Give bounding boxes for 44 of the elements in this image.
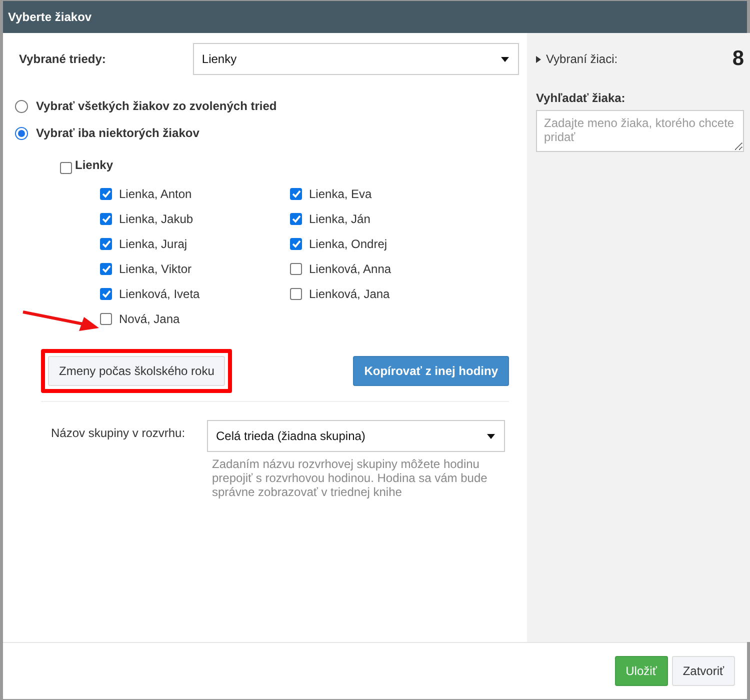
copy-button[interactable]: Kopírovať z inej hodiny (353, 356, 509, 386)
checkbox[interactable] (60, 162, 72, 174)
student-name: Lienka, Jakub (119, 212, 194, 226)
checkbox[interactable] (290, 213, 302, 225)
selected-count: 8 (732, 47, 744, 71)
schedule-group-select[interactable]: Celá trieda (žiadna skupina) (207, 420, 505, 452)
checkbox[interactable] (290, 263, 302, 275)
checkbox[interactable] (100, 213, 112, 225)
checkbox[interactable] (290, 188, 302, 200)
checkbox[interactable] (100, 238, 112, 250)
changes-button[interactable]: Zmeny počas školského roku (48, 356, 226, 386)
group-label: Lienky (75, 158, 114, 172)
student-name: Lienka, Anton (119, 187, 192, 201)
student-name: Lienka, Ján (309, 212, 370, 226)
student-name: Lienka, Viktor (119, 262, 192, 276)
checkbox[interactable] (290, 238, 302, 250)
radio-button[interactable] (15, 100, 28, 112)
caret-icon (501, 56, 509, 62)
student-name: Lienková, Anna (309, 262, 392, 276)
search-field[interactable]: Zadajte meno žiaka, ktorého chcete pridať (536, 110, 744, 152)
checkbox[interactable] (290, 288, 302, 300)
student-name: Lienka, Juraj (119, 237, 188, 251)
student-name: Lienková, Jana (309, 287, 390, 301)
close-button[interactable]: Zatvoriť (672, 656, 735, 686)
selected-label: Vybraní žiaci: (546, 52, 618, 66)
field-label: Vybrané triedy: (18, 52, 107, 66)
student-name: Nová, Jana (119, 312, 180, 326)
checkbox[interactable] (100, 313, 112, 325)
radio-button[interactable] (15, 126, 28, 140)
checkbox[interactable] (100, 263, 112, 275)
student-name: Lienková, Iveta (119, 287, 200, 301)
search-label: Vyhľadať žiaka: (536, 91, 626, 105)
student-name: Lienka, Ondrej (309, 237, 388, 251)
radio-label: Vybrať iba niektorých žiakov (36, 126, 200, 140)
help-text: Zadaním názvu rozvrhovej skupiny môžete hodinu prepojiť s rozvrhovou hodinou. Hodina sa vám bude správne zobrazovať v triednej knihe (212, 457, 488, 499)
field-label: Názov skupiny v rozvrhu: (51, 425, 186, 442)
radio-label: Vybrať všetkých žiakov zo zvolených tried (36, 99, 277, 113)
caret-icon (487, 434, 495, 438)
student-name: Lienka, Eva (309, 187, 372, 201)
class-select[interactable]: Lienky (192, 43, 519, 75)
checkbox[interactable] (100, 288, 112, 300)
checkbox[interactable] (100, 188, 112, 200)
window-title: Vyberte žiakov (3, 1, 747, 33)
expand-icon[interactable] (536, 56, 541, 62)
